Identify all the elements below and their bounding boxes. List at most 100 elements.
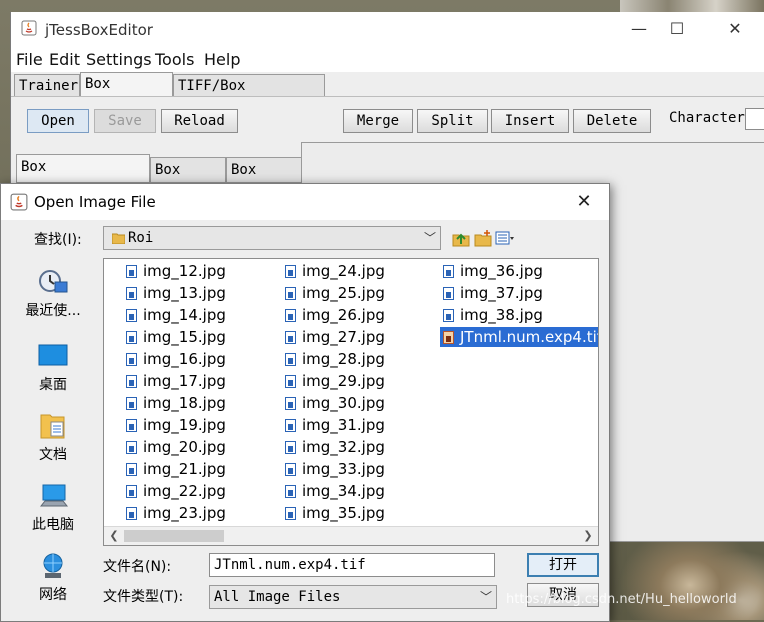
chevron-down-icon: ﹀ <box>479 590 492 604</box>
place-this-pc[interactable]: 此电脑 <box>9 482 97 542</box>
menu-file[interactable]: File <box>16 50 43 69</box>
file-item[interactable]: img_31.jpg <box>285 415 385 435</box>
image-file-icon <box>126 419 137 432</box>
place-desktop[interactable]: 桌面 <box>9 342 97 402</box>
file-item[interactable]: img_20.jpg <box>126 437 226 457</box>
tab-box-editor[interactable]: Box Editor <box>80 72 173 114</box>
image-file-icon <box>126 287 137 300</box>
file-item[interactable]: img_13.jpg <box>126 283 226 303</box>
file-list[interactable]: img_12.jpg img_13.jpg img_14.jpg img_15.… <box>103 258 599 546</box>
close-window-button[interactable]: ✕ <box>717 18 753 40</box>
file-name-label: 文件名(N): <box>103 559 172 575</box>
image-file-icon <box>285 463 296 476</box>
file-item[interactable]: img_28.jpg <box>285 349 385 369</box>
character-label: Character <box>669 110 745 126</box>
view-menu-icon[interactable] <box>495 229 515 247</box>
file-item[interactable]: img_38.jpg <box>443 305 543 325</box>
up-one-level-icon[interactable] <box>451 229 471 247</box>
place-label: 网络 <box>39 587 67 603</box>
image-file-icon <box>126 507 137 520</box>
file-item[interactable]: img_18.jpg <box>126 393 226 413</box>
file-item[interactable]: img_30.jpg <box>285 393 385 413</box>
save-button[interactable]: Save <box>94 109 156 133</box>
file-item[interactable]: img_24.jpg <box>285 261 385 281</box>
image-file-icon <box>285 397 296 410</box>
image-file-icon <box>285 287 296 300</box>
file-item[interactable]: img_37.jpg <box>443 283 543 303</box>
split-button[interactable]: Split <box>417 109 488 133</box>
horizontal-scrollbar[interactable]: ❮ ❯ <box>104 526 598 545</box>
open-file-button[interactable]: 打开 <box>527 553 599 577</box>
file-item[interactable]: img_17.jpg <box>126 371 226 391</box>
file-item[interactable]: img_16.jpg <box>126 349 226 369</box>
place-network[interactable]: 网络 <box>9 552 97 612</box>
insert-button[interactable]: Insert <box>491 109 569 133</box>
reload-button[interactable]: Reload <box>161 109 238 133</box>
desktop-background-strip <box>620 0 764 12</box>
scroll-right-icon[interactable]: ❯ <box>580 528 596 544</box>
image-file-icon <box>126 485 137 498</box>
dialog-close-button[interactable]: ✕ <box>567 190 601 214</box>
image-file-icon <box>285 265 296 278</box>
image-file-icon <box>285 375 296 388</box>
tab-box-view[interactable]: Box View <box>226 157 302 202</box>
image-file-icon <box>126 331 137 344</box>
merge-button[interactable]: Merge <box>343 109 413 133</box>
file-item[interactable]: img_12.jpg <box>126 261 226 281</box>
menu-bar: File Edit Settings Tools Help <box>11 46 764 72</box>
image-file-icon <box>285 353 296 366</box>
file-item[interactable]: img_36.jpg <box>443 261 543 281</box>
place-recent[interactable]: 最近使... <box>9 268 97 328</box>
tab-trainer[interactable]: Trainer <box>14 74 80 96</box>
window-title: jTessBoxEditor <box>45 21 153 39</box>
image-file-icon <box>443 287 454 300</box>
tab-tiff-box-generator[interactable]: TIFF/Box Generator <box>173 74 325 116</box>
file-item[interactable]: img_21.jpg <box>126 459 226 479</box>
desktop-icon <box>38 344 68 366</box>
folder-icon <box>112 233 125 244</box>
file-item[interactable]: img_22.jpg <box>126 481 226 501</box>
file-item[interactable]: img_33.jpg <box>285 459 385 479</box>
tab-box-data[interactable]: Box Data <box>150 157 226 202</box>
scrollbar-thumb[interactable] <box>124 530 224 542</box>
file-type-combo[interactable]: All Image Files ﹀ <box>209 585 497 609</box>
box-tabs: Box Coordinates Box Data Box View <box>16 154 306 202</box>
minimize-button[interactable]: — <box>621 18 657 40</box>
recent-items-icon <box>39 270 68 293</box>
scroll-left-icon[interactable]: ❮ <box>106 528 122 544</box>
network-icon <box>43 553 63 578</box>
file-item[interactable]: img_35.jpg <box>285 503 385 523</box>
file-item[interactable]: img_26.jpg <box>285 305 385 325</box>
tif-file-icon <box>443 331 454 344</box>
image-file-icon <box>126 397 137 410</box>
file-type-value: All Image Files <box>214 589 341 605</box>
file-item[interactable]: img_27.jpg <box>285 327 385 347</box>
file-item[interactable]: img_14.jpg <box>126 305 226 325</box>
menu-edit[interactable]: Edit <box>49 50 80 69</box>
new-folder-icon[interactable] <box>473 229 493 247</box>
tab-box-coordinates[interactable]: Box Coordinates <box>16 154 150 199</box>
delete-button[interactable]: Delete <box>573 109 651 133</box>
image-file-icon <box>126 353 137 366</box>
look-in-combo[interactable]: Roi ﹀ <box>103 226 441 250</box>
file-item[interactable]: img_29.jpg <box>285 371 385 391</box>
file-item[interactable]: img_23.jpg <box>126 503 226 523</box>
file-item[interactable]: img_34.jpg <box>285 481 385 501</box>
menu-settings[interactable]: Settings <box>86 50 152 69</box>
file-item[interactable]: img_15.jpg <box>126 327 226 347</box>
maximize-button[interactable]: ☐ <box>659 18 695 40</box>
file-item[interactable]: img_32.jpg <box>285 437 385 457</box>
file-item-selected[interactable]: JTnml.num.exp4.tif <box>438 326 598 348</box>
file-item[interactable]: img_25.jpg <box>285 283 385 303</box>
menu-tools[interactable]: Tools <box>155 50 194 69</box>
file-name-input[interactable]: JTnml.num.exp4.tif <box>209 553 495 577</box>
image-file-icon <box>285 419 296 432</box>
menu-help[interactable]: Help <box>204 50 240 69</box>
look-in-value: Roi <box>128 230 154 246</box>
file-item[interactable]: img_19.jpg <box>126 415 226 435</box>
image-file-icon <box>126 441 137 454</box>
open-button[interactable]: Open <box>27 109 89 133</box>
place-documents[interactable]: 文档 <box>9 412 97 472</box>
image-file-icon <box>285 485 296 498</box>
character-input[interactable] <box>745 108 764 130</box>
